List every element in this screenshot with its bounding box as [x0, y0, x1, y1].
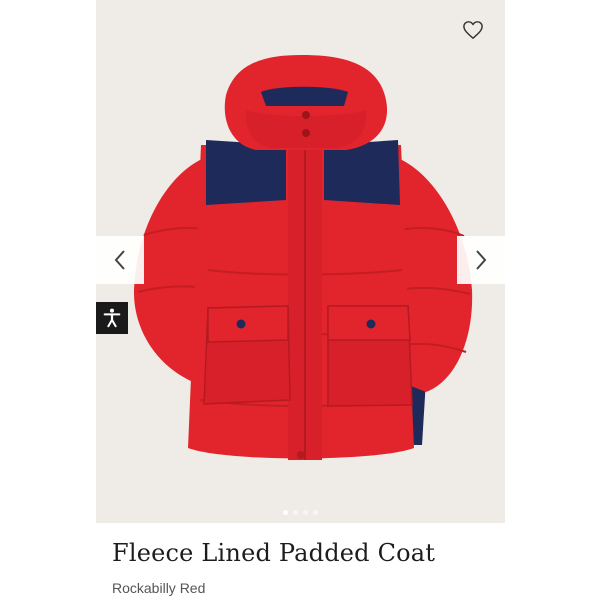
- accessibility-button[interactable]: [96, 302, 128, 334]
- chevron-right-icon: [476, 250, 487, 270]
- product-image-gallery[interactable]: [96, 0, 505, 523]
- chevron-left-icon: [114, 250, 125, 270]
- gallery-dot[interactable]: [283, 510, 288, 515]
- heart-outline-icon: [463, 21, 483, 39]
- gallery-pagination: [96, 510, 505, 515]
- product-photo: [133, 55, 473, 460]
- gallery-dot[interactable]: [293, 510, 298, 515]
- product-title[interactable]: Fleece Lined Padded Coat: [112, 539, 435, 567]
- next-image-button[interactable]: [457, 236, 505, 284]
- previous-image-button[interactable]: [96, 236, 144, 284]
- wishlist-button[interactable]: [459, 16, 487, 44]
- gallery-dot[interactable]: [313, 510, 318, 515]
- product-colour: Rockabilly Red: [112, 580, 206, 596]
- accessibility-person-icon: [103, 308, 121, 328]
- gallery-dot[interactable]: [303, 510, 308, 515]
